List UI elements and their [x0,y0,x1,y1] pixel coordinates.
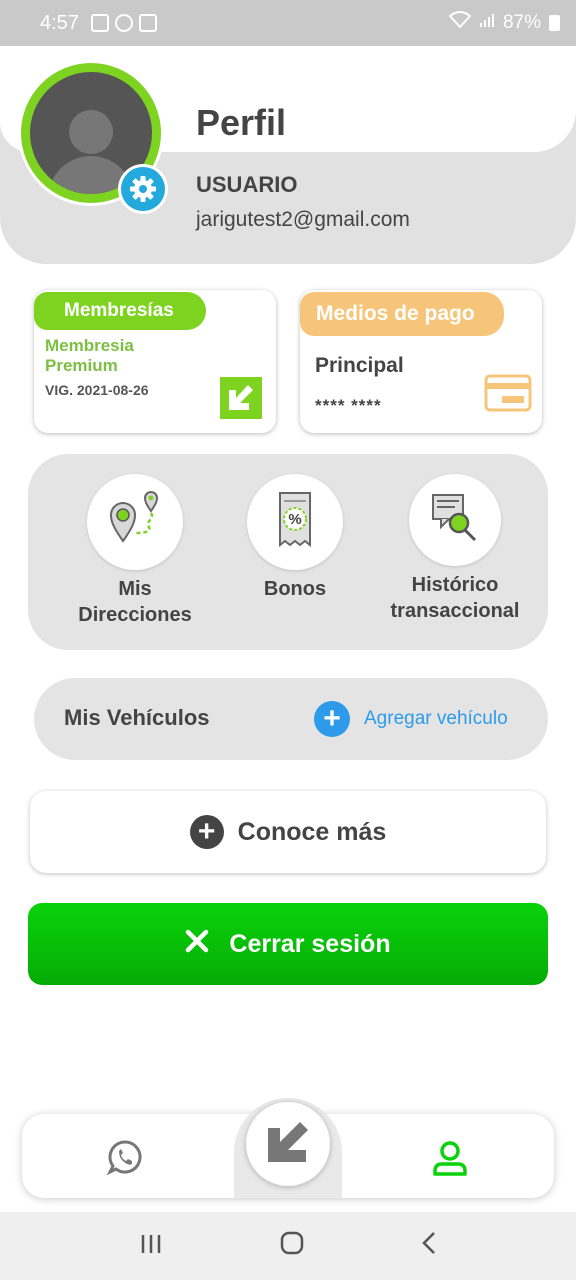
membership-validity: VIG. 2021-08-26 [45,382,149,398]
wifi-icon [448,11,472,35]
membership-tag: Membresías [34,292,206,330]
user-icon [430,1141,470,1182]
username: USUARIO [196,172,298,197]
user-email: jarigutest2@gmail.com [196,208,410,231]
gear-icon [121,167,165,211]
plus-circle-icon: + [189,815,224,849]
payment-methods-tag: Medios de pago [300,292,504,336]
logout-label: Cerrar sesión [229,929,391,958]
membership-name: Membresia Premium [45,336,134,375]
map-pin-route-icon [105,489,165,556]
payment-methods-card[interactable]: Medios de pago Principal **** **** [300,290,542,433]
status-bar: 4:57 87% [0,0,576,46]
quick-link-historico[interactable]: Histórico transaccional [384,474,526,624]
signal-icon [479,12,495,34]
payment-principal-label: Principal [315,354,404,377]
plus-icon: + [314,701,350,737]
logout-button[interactable]: Cerrar sesión [28,903,548,985]
home-icon[interactable] [280,1231,304,1262]
quick-link-label: Bonos [263,578,327,600]
vehicles-title: Mis Vehículos [64,705,210,730]
add-vehicle-label: Agregar vehículo [364,708,508,729]
nav-profile-button[interactable] [430,1138,470,1183]
system-navigation-bar [0,1212,576,1280]
quick-links-panel: Mis Direcciones % Bonos Histórico transa… [28,454,548,650]
membership-card[interactable]: Membresías Membresia Premium VIG. 2021-0… [34,290,276,433]
quick-link-bonos[interactable]: % Bonos [244,474,346,602]
vehicles-section: Mis Vehículos + Agregar vehículo [34,678,548,760]
battery-icon [549,15,560,31]
payment-card-number: **** **** [315,396,382,415]
quick-link-label: Mis Direcciones [78,578,192,626]
status-time: 4:57 [40,11,79,34]
add-vehicle-button[interactable]: + Agregar vehículo [314,701,508,737]
battery-percent: 87% [502,12,541,33]
notification-icon [138,14,157,32]
document-search-icon [427,489,483,552]
svg-text:%: % [288,511,301,528]
status-indicators: 87% [448,11,560,35]
credit-card-icon [484,374,532,417]
brand-logo-icon [266,1120,310,1169]
nav-whatsapp-button[interactable] [106,1138,144,1181]
learn-more-button[interactable]: + Conoce más [30,791,546,873]
recent-apps-icon[interactable] [139,1231,163,1262]
whatsapp-icon [106,1140,144,1180]
close-icon [185,929,209,960]
brand-logo-icon [220,377,262,419]
notification-icon [90,14,109,32]
quick-link-label: Histórico transaccional [390,574,520,622]
back-icon[interactable] [421,1231,437,1262]
learn-more-label: Conoce más [237,817,387,846]
page-title: Perfil [196,102,287,143]
notification-icon [114,14,133,32]
discount-ticket-icon: % [270,489,320,556]
nav-home-button[interactable] [246,1102,330,1186]
quick-link-mis-direcciones[interactable]: Mis Direcciones [76,474,194,628]
settings-button[interactable] [118,164,168,214]
